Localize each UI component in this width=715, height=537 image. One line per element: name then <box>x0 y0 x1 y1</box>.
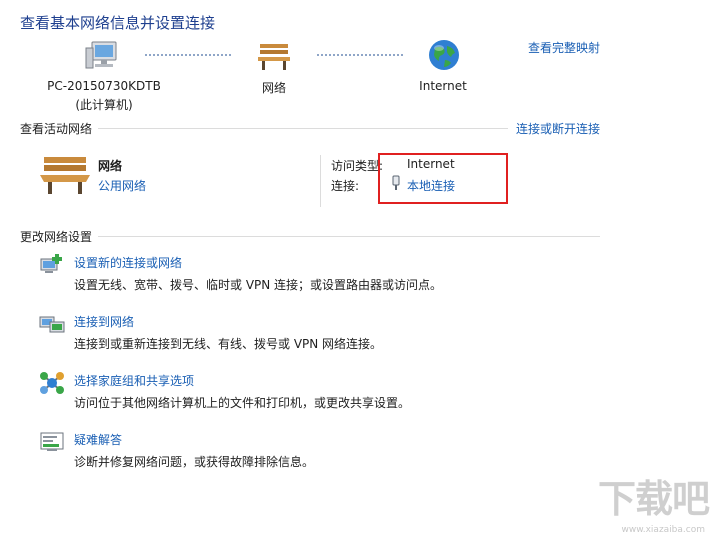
computer-name: PC-20150730KDTB <box>47 79 161 93</box>
task-troubleshoot-desc: 诊断并修复网络问题，或获得故障排除信息。 <box>74 455 315 469</box>
homegroup-icon <box>38 370 66 396</box>
connect-network-icon <box>38 312 66 336</box>
change-settings-divider <box>98 236 600 237</box>
task-homegroup-desc: 访问位于其他网络计算机上的文件和打印机，或更改共享设置。 <box>74 396 411 410</box>
connect-disconnect-link[interactable]: 连接或断开连接 <box>516 120 600 137</box>
ethernet-icon <box>391 175 401 191</box>
new-connection-icon <box>38 253 66 277</box>
troubleshoot-icon <box>38 430 66 454</box>
bench-icon <box>256 40 292 72</box>
task-troubleshoot-link[interactable]: 疑难解答 <box>74 431 122 448</box>
map-connector-2 <box>317 54 403 56</box>
active-networks-title: 查看活动网络 <box>20 122 93 136</box>
task-new-connection-desc: 设置无线、宽带、拨号、临时或 VPN 连接；或设置路由器或访问点。 <box>74 278 443 292</box>
active-networks-divider <box>98 128 508 129</box>
access-type-label: 访问类型: <box>331 159 384 173</box>
active-network-name: 网络 <box>98 159 123 173</box>
internet-node-label: Internet <box>419 79 467 93</box>
network-bench-icon <box>38 153 92 195</box>
task-connect-network-desc: 连接到或重新连接到无线、有线、拨号或 VPN 网络连接。 <box>74 337 383 351</box>
connection-label: 连接: <box>331 179 360 193</box>
local-connection-link[interactable]: 本地连接 <box>407 177 455 194</box>
view-full-map-link[interactable]: 查看完整映射 <box>528 39 600 56</box>
computer-icon <box>84 40 122 72</box>
watermark-url: www.xiazaiba.com <box>621 525 705 535</box>
task-new-connection-link[interactable]: 设置新的连接或网络 <box>74 254 182 271</box>
computer-sub: (此计算机) <box>75 98 133 112</box>
task-connect-network-link[interactable]: 连接到网络 <box>74 313 134 330</box>
network-type-link[interactable]: 公用网络 <box>98 177 146 194</box>
network-node-label: 网络 <box>261 81 286 95</box>
map-connector-1 <box>145 54 231 56</box>
task-homegroup-link[interactable]: 选择家庭组和共享选项 <box>74 372 194 389</box>
change-settings-title: 更改网络设置 <box>20 230 93 244</box>
watermark-logo: 下载吧 <box>597 477 710 521</box>
globe-icon <box>427 38 461 72</box>
active-network-separator <box>320 155 321 207</box>
page-title: 查看基本网络信息并设置连接 <box>20 14 216 32</box>
